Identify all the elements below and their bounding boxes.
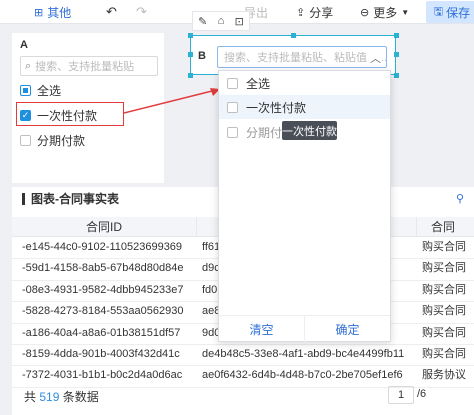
resize-handle[interactable] (188, 73, 193, 78)
resize-handle[interactable] (394, 73, 399, 78)
filter-b-placeholder: 搜索、支持批量粘贴、粘贴值通... (224, 52, 387, 64)
count-value: 519 (39, 390, 60, 404)
annotation-highlight-box (16, 102, 124, 126)
column-header-contract-id[interactable]: 合同ID (12, 217, 196, 237)
resize-handle[interactable] (394, 52, 399, 57)
table-cell: 购买合同 (422, 305, 466, 318)
more-label: 更多 (373, 5, 398, 20)
checkbox-icon (227, 101, 238, 113)
save-button[interactable]: 🖫 保存 (426, 1, 474, 23)
option-label: 全选 (37, 83, 62, 98)
save-label: 保存 (446, 5, 471, 20)
table-cell: 购买合同 (422, 241, 466, 253)
undo-icon: ↶ (106, 4, 117, 19)
filter-a-option-installment[interactable]: 分期付款 (20, 130, 85, 150)
checkbox-icon (227, 77, 238, 89)
filter-b-panel[interactable]: B 搜索、支持批量粘贴、粘贴值通... ︿ (190, 35, 396, 75)
other-button[interactable]: ⊞ 其他 (34, 3, 71, 21)
table-cell: 购买合同 (422, 326, 466, 339)
annotation-arrow (124, 88, 220, 114)
dropdown-footer: 清空 确定 (219, 315, 390, 342)
redo-icon: ↷ (136, 4, 147, 19)
more-icon: ⊖ (360, 6, 370, 19)
confirm-label: 确定 (335, 322, 360, 337)
undo-button[interactable]: ↶ (106, 3, 117, 21)
count-prefix: 共 (24, 390, 37, 404)
share-icon: ⇪ (296, 6, 306, 19)
column-header-contract[interactable]: 合同 (416, 217, 474, 237)
table-cell: 购买合同 (422, 348, 466, 360)
option-label: 分期付款 (37, 133, 86, 148)
share-button[interactable]: ⇪ 分享 (296, 3, 333, 21)
filter-b-label: B (198, 50, 206, 62)
table-cell: de4b48c5-33e8-4af1-abd9-bc4e4499fb11 (202, 348, 405, 360)
other-label: 其他 (47, 5, 72, 20)
option-label: 一次性付款 (246, 100, 307, 115)
confirm-button[interactable]: 确定 (304, 316, 390, 342)
search-icon: ⌕ (25, 59, 32, 72)
table-cell: ae0f6432-6d4b-4d48-b7c0-2be705ef1ef6 (202, 369, 403, 382)
resize-handle[interactable] (188, 33, 193, 38)
chevron-down-icon: ▼ (401, 7, 410, 17)
table-cell: 服务协议 (422, 369, 466, 382)
clear-label: 清空 (249, 322, 274, 337)
filter-b-dropdown: 全选 一次性付款 分期付款 清空 确定 (218, 70, 391, 342)
table-cell: 购买合同 (422, 262, 466, 275)
table-cell: -59d1-4158-8ab5-67b48d80d84e (22, 262, 184, 275)
resize-handle[interactable] (394, 33, 399, 38)
filter-a-search-input[interactable]: ⌕ 搜索、支持批量粘贴 (20, 56, 158, 76)
table-row[interactable]: -7372-4031-b1b1-b0c2d4a0d6ac ae0f6432-6d4… (12, 365, 474, 386)
resize-handle[interactable] (188, 52, 193, 57)
edit-icon[interactable]: ✎ (198, 15, 207, 28)
grid-icon: ⊞ (34, 6, 44, 19)
style-icon[interactable]: ⌂ (218, 15, 225, 27)
filter-a-search-placeholder: 搜索、支持批量粘贴 (35, 61, 135, 73)
checkbox-icon (227, 126, 238, 138)
table-cell: -08e3-4931-9582-4dbb945233e7 (22, 283, 184, 296)
save-icon: 🖫 (433, 5, 444, 18)
dropdown-option-lump-sum[interactable]: 一次性付款 (219, 95, 390, 119)
table-cell: -e145-44c0-9102-110523699369 (22, 241, 183, 253)
option-tooltip: 一次性付款 (282, 121, 337, 140)
record-count: 共 519 条数据 (24, 388, 99, 405)
table-cell: 购买合同 (422, 283, 466, 296)
clear-button[interactable]: 清空 (219, 316, 304, 342)
header-label: 合同ID (85, 220, 122, 234)
table-cell: -5828-4273-8184-553aa0562930 (22, 305, 184, 318)
collapse-icon[interactable]: ⊡ (235, 15, 244, 28)
dropdown-option-all[interactable]: 全选 (219, 71, 390, 95)
count-suffix: 条数据 (62, 390, 99, 404)
table-row[interactable]: -8159-4dda-901b-4003f432d41c de4b48c5-33e… (12, 344, 474, 365)
table-title: 图表-合同事实表 (22, 193, 119, 205)
filter-a-option-all[interactable]: 全选 (20, 80, 61, 100)
option-label: 全选 (246, 76, 271, 91)
more-button[interactable]: ⊖ 更多 ▼ (360, 3, 409, 21)
page-total: /6 (417, 388, 427, 400)
redo-button[interactable]: ↷ (136, 3, 147, 21)
checkbox-partial-icon (20, 84, 31, 96)
component-toolbar: ✎ ⌂ ⊡ (192, 11, 250, 31)
share-label: 分享 (309, 5, 334, 20)
filter-a-label: A (20, 39, 28, 51)
filter-icon[interactable]: ⚲ (456, 192, 464, 205)
filter-b-select[interactable]: 搜索、支持批量粘贴、粘贴值通... ︿ (217, 46, 387, 68)
page-input[interactable]: 1 (388, 386, 414, 404)
chevron-up-icon: ︿ (367, 50, 381, 66)
checkbox-icon (20, 134, 31, 146)
page-current: 1 (397, 389, 405, 401)
resize-handle[interactable] (291, 33, 296, 38)
table-cell: -a186-40a4-a8a6-01b38151df57 (22, 326, 181, 339)
table-cell: -8159-4dda-901b-4003f432d41c (22, 348, 180, 360)
table-cell: -7372-4031-b1b1-b0c2d4a0d6ac (22, 369, 183, 382)
header-label: 合同 (431, 220, 456, 234)
